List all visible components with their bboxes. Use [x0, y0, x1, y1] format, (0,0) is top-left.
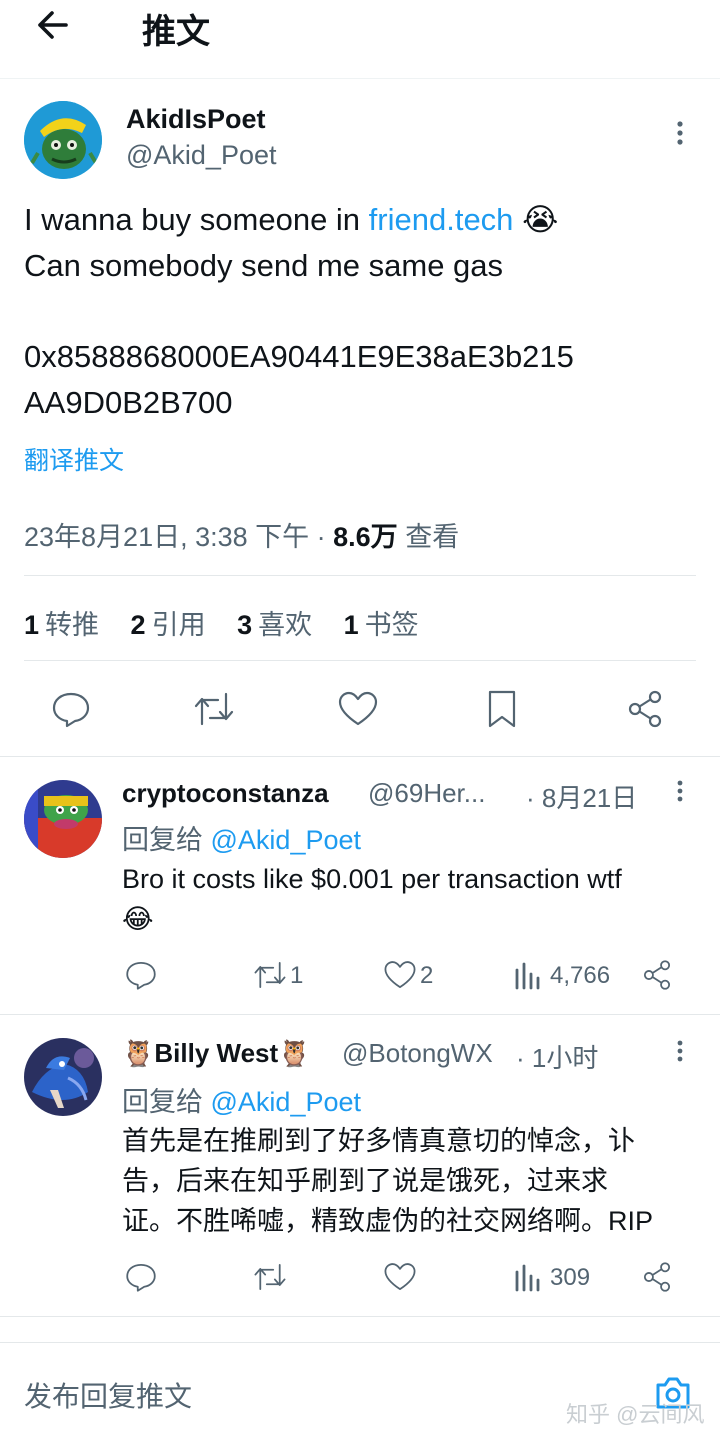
- views-count: 309: [550, 1264, 591, 1291]
- quotes-count: 2: [130, 610, 146, 640]
- watermark: 知乎 @云间风: [566, 1402, 705, 1427]
- retweet-count: 1: [290, 962, 304, 989]
- tweet-text-prefix: I wanna buy someone in: [24, 202, 369, 237]
- crying-emoji: 😭: [522, 202, 559, 237]
- like-icon[interactable]: [382, 958, 418, 992]
- reply-text-line1: 首先是在推刷到了好多情真意切的悼念，讣: [122, 1126, 635, 1156]
- bookmark-icon[interactable]: [482, 688, 522, 730]
- avatar[interactable]: [24, 101, 102, 179]
- retweets-count: 1: [24, 610, 40, 640]
- reply-author-name[interactable]: cryptoconstanza: [122, 778, 329, 809]
- owl-emoji: 🦉: [122, 1038, 155, 1068]
- bookmarks-count: 1: [343, 610, 359, 640]
- views-count: 4,766: [550, 962, 611, 989]
- share-icon[interactable]: [640, 958, 674, 992]
- reply-time[interactable]: · 8月21日: [526, 778, 637, 815]
- friend-tech-link[interactable]: friend.tech: [369, 202, 514, 237]
- more-options-icon[interactable]: [670, 778, 690, 808]
- reply-icon[interactable]: [124, 1260, 158, 1294]
- wallet-address-line2: AA9D0B2B700: [24, 385, 233, 420]
- like-count: 2: [420, 962, 434, 989]
- divider: [0, 1014, 720, 1015]
- reply-author-name: Billy West: [154, 1038, 279, 1068]
- bookmarks-label: 书签: [364, 610, 419, 640]
- likes-stat[interactable]: 3 喜欢: [237, 610, 312, 640]
- views-label: 查看: [405, 522, 460, 552]
- more-options-icon[interactable]: [670, 1038, 690, 1068]
- divider: [0, 1316, 720, 1317]
- share-icon[interactable]: [624, 688, 666, 730]
- views-chart-icon[interactable]: [514, 960, 542, 990]
- views-count: 8.6万: [333, 522, 398, 552]
- views-chart-icon[interactable]: [514, 1262, 542, 1292]
- retweets-stat[interactable]: 1 转推: [24, 610, 99, 640]
- reply-composer: 发布回复推文 知乎 @云间风: [0, 1342, 720, 1441]
- like-icon[interactable]: [336, 688, 380, 730]
- retweets-label: 转推: [45, 610, 100, 640]
- retweet-icon[interactable]: [252, 1260, 288, 1294]
- reply-author-handle[interactable]: @69Her...: [368, 778, 485, 809]
- owl-emoji: 🦉: [278, 1038, 311, 1068]
- reply-time[interactable]: · 1小时: [516, 1038, 598, 1075]
- timestamp[interactable]: 23年8月21日, 3:38 下午: [24, 522, 309, 552]
- avatar[interactable]: [24, 780, 102, 858]
- translate-link[interactable]: 翻译推文: [24, 441, 124, 477]
- replying-to-handle[interactable]: @Akid_Poet: [211, 825, 362, 855]
- avatar[interactable]: [24, 1038, 102, 1116]
- retweet-icon[interactable]: [252, 958, 288, 992]
- reply-author-name-wrap[interactable]: 🦉Billy West🦉: [122, 1038, 311, 1069]
- replying-to-label: 回复给: [122, 1087, 211, 1117]
- reply-text-line3: 证。不胜唏嘘，精致虚伪的社交网络啊。RIP: [122, 1206, 654, 1236]
- retweet-icon[interactable]: [192, 688, 236, 730]
- bookmarks-stat[interactable]: 1 书签: [344, 610, 419, 640]
- separator: ·: [309, 522, 334, 552]
- divider: [24, 575, 696, 576]
- author-name[interactable]: AkidIsPoet: [126, 104, 266, 135]
- top-bar: 推文: [0, 0, 720, 79]
- replying-to-handle[interactable]: @Akid_Poet: [211, 1087, 362, 1117]
- quotes-label: 引用: [151, 610, 206, 640]
- quotes-stat[interactable]: 2 引用: [131, 610, 206, 640]
- reply-icon[interactable]: [124, 958, 158, 992]
- likes-label: 喜欢: [258, 610, 313, 640]
- author-handle[interactable]: @Akid_Poet: [126, 140, 277, 171]
- reply-icon[interactable]: [50, 688, 92, 730]
- back-arrow-icon[interactable]: [30, 8, 80, 42]
- likes-count: 3: [237, 610, 253, 640]
- tweet-text-line2: Can somebody send me same gas: [24, 248, 504, 283]
- engagement-stats: 1 转推 2 引用 3 喜欢 1 书签: [24, 603, 443, 642]
- replying-to: 回复给 @Akid_Poet: [122, 1080, 361, 1119]
- wallet-address-line1: 0x8588868000EA90441E9E38aE3b215: [24, 339, 574, 374]
- more-options-icon[interactable]: [668, 118, 692, 152]
- like-icon[interactable]: [382, 1260, 418, 1294]
- divider: [24, 660, 696, 661]
- laughing-emoji: 😂: [122, 904, 154, 934]
- reply-author-handle[interactable]: @BotongWX: [342, 1038, 493, 1069]
- tweet-text-line1: I wanna buy someone in friend.tech 😭: [24, 197, 558, 243]
- page-title: 推文: [142, 13, 210, 51]
- tweet-meta: 23年8月21日, 3:38 下午 · 8.6万 查看: [24, 515, 459, 554]
- replying-to: 回复给 @Akid_Poet: [122, 818, 361, 857]
- reply-text-line2: 告，后来在知乎刷到了说是饿死，过来求: [122, 1166, 608, 1196]
- reply-input[interactable]: 发布回复推文: [24, 1375, 192, 1415]
- share-icon[interactable]: [640, 1260, 674, 1294]
- divider: [0, 756, 720, 757]
- reply-text: Bro it costs like $0.001 per transaction…: [122, 864, 622, 894]
- replying-to-label: 回复给: [122, 825, 211, 855]
